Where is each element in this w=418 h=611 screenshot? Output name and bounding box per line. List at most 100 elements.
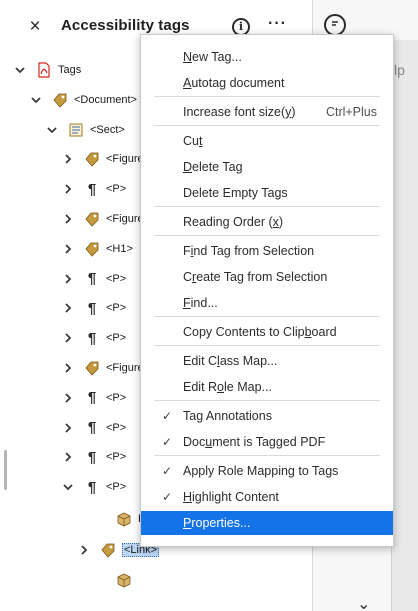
tree-caret[interactable] [46,124,58,136]
tree-caret[interactable] [62,362,74,374]
comment-icon[interactable] [324,14,346,36]
menu-item-find[interactable]: Find... [141,291,393,315]
close-icon[interactable]: × [25,16,45,38]
tree-caret[interactable] [62,392,74,404]
tree-caret [94,513,106,525]
menu-item-label: Delete Tag [183,160,243,174]
panel-title: Accessibility tags [61,17,190,34]
tree-caret[interactable] [62,422,74,434]
menu-item-reading-order[interactable]: Reading Order (x) [141,210,393,234]
menu-item-new-tag[interactable]: New Tag... [141,45,393,69]
tree-caret[interactable] [62,243,74,255]
menu-item-label: New Tag... [183,50,242,64]
tree-caret[interactable] [62,213,74,225]
tree-item-h1[interactable]: <H1> [62,235,133,263]
right-panel [391,40,418,611]
menu-item-mnemonic: b [304,325,312,339]
menu-item-mnemonic: N [183,50,193,64]
menu-item-find-tag-from-selection[interactable]: Find Tag from Selection [141,239,393,263]
menu-item-edit-class-map[interactable]: Edit Class Map... [141,349,393,373]
chevron-down-icon[interactable] [46,124,58,136]
tree-item-tags[interactable]: Tags [14,56,81,84]
chevron-down-icon[interactable]: ⌄ [357,594,370,611]
menu-item-label: Document is Tagged PDF [183,435,325,449]
more-options-icon[interactable]: ··· [268,15,287,33]
scrollbar-thumb[interactable] [4,450,7,490]
tree-item-figure2[interactable]: <Figure [62,205,144,233]
chevron-right-icon[interactable] [62,332,74,344]
tree-item-p3[interactable]: ¶ <P> [62,294,126,322]
tree-item-figure1[interactable]: <Figure [62,145,144,173]
menu-item-apply-role-mapping[interactable]: ✓ Apply Role Mapping to Tags [141,459,393,483]
tree-item-p2[interactable]: ¶ <P> [62,265,126,293]
chevron-down-icon[interactable] [62,481,74,493]
menu-item-label: Create Tag from Selection [183,270,327,284]
menu-item-edit-role-map[interactable]: Edit Role Map... [141,375,393,399]
chevron-right-icon[interactable] [62,243,74,255]
tree-item-figure3[interactable]: <Figure [62,354,144,382]
menu-item-label: Autotag document [183,76,284,90]
menu-item-increase-font-size[interactable]: Increase font size(y) Ctrl+Plus [141,100,393,124]
tree-item-label: <Document> [74,93,137,106]
chevron-right-icon[interactable] [62,213,74,225]
tree-item-p6[interactable]: ¶ <P> [62,414,126,442]
tree-item-p4[interactable]: ¶ <P> [62,324,126,352]
menu-item-label: Increase font size(y) [183,105,296,119]
tag-icon [84,360,100,376]
menu-item-label-text: Edit C [183,354,218,368]
menu-item-highlight-content[interactable]: ✓ Highlight Content [141,485,393,509]
menu-item-tag-annotations[interactable]: ✓ Tag Annotations [141,404,393,428]
tree-item-p8[interactable]: ¶ <P> [62,473,126,501]
menu-item-label-text: roperties... [191,516,251,530]
menu-item-label: Copy Contents to Clipboard [183,325,337,339]
menu-item-delete-tag[interactable]: Delete Tag [141,155,393,179]
tree-caret[interactable] [14,64,26,76]
tree-item-label: <Sect> [90,123,125,136]
checkmark-icon: ✓ [161,490,173,504]
tree-caret[interactable] [62,451,74,463]
menu-item-label: Highlight Content [183,490,279,504]
tree-item-p5[interactable]: ¶ <P> [62,384,126,412]
tree-item-sect[interactable]: <Sect> [46,116,125,144]
chevron-right-icon[interactable] [62,451,74,463]
tree-caret[interactable] [62,183,74,195]
chevron-down-icon[interactable] [30,94,42,106]
chevron-right-icon[interactable] [78,544,90,556]
menu-item-mnemonic: F [183,296,191,310]
menu-item-create-tag-from-selection[interactable]: Create Tag from Selection [141,265,393,289]
chevron-right-icon[interactable] [62,362,74,374]
tree-item-p1[interactable]: ¶ <P> [62,175,126,203]
tree-caret[interactable] [62,481,74,493]
context-menu: New Tag... Autotag document Increase font … [140,34,394,547]
menu-separator [154,96,380,97]
tree-item-content[interactable] [94,566,138,594]
tree-caret[interactable] [78,544,90,556]
chevron-right-icon[interactable] [62,273,74,285]
tree-caret[interactable] [62,273,74,285]
tree-caret[interactable] [62,153,74,165]
chevron-right-icon[interactable] [62,302,74,314]
chevron-right-icon[interactable] [62,422,74,434]
menu-item-properties[interactable]: Properties... [141,511,393,535]
tree-item-label: <Figure [106,213,144,225]
tree-caret[interactable] [62,332,74,344]
menu-item-label-text: ew Tag... [192,50,242,64]
chevron-right-icon[interactable] [62,183,74,195]
tree-item-document[interactable]: <Document> [30,86,137,114]
tree-item-p7[interactable]: ¶ <P> [62,443,126,471]
tree-caret[interactable] [62,302,74,314]
menu-item-label-text: C [183,270,193,284]
tree-caret[interactable] [30,94,42,106]
menu-item-document-is-tagged-pdf[interactable]: ✓ Document is Tagged PDF [141,430,393,454]
menu-item-cut[interactable]: Cut [141,129,393,153]
paragraph-icon: ¶ [87,329,97,347]
menu-separator [154,400,380,401]
tag-icon [84,151,100,167]
menu-item-autotag-document[interactable]: Autotag document [141,71,393,95]
chevron-right-icon[interactable] [62,153,74,165]
chevron-down-icon[interactable] [14,64,26,76]
menu-item-copy-contents-to-clipboard[interactable]: Copy Contents to Clipboard [141,320,393,344]
chevron-right-icon[interactable] [62,392,74,404]
menu-item-delete-empty-tags[interactable]: Delete Empty Tags [141,181,393,205]
tree-item-label: Tags [58,64,82,76]
